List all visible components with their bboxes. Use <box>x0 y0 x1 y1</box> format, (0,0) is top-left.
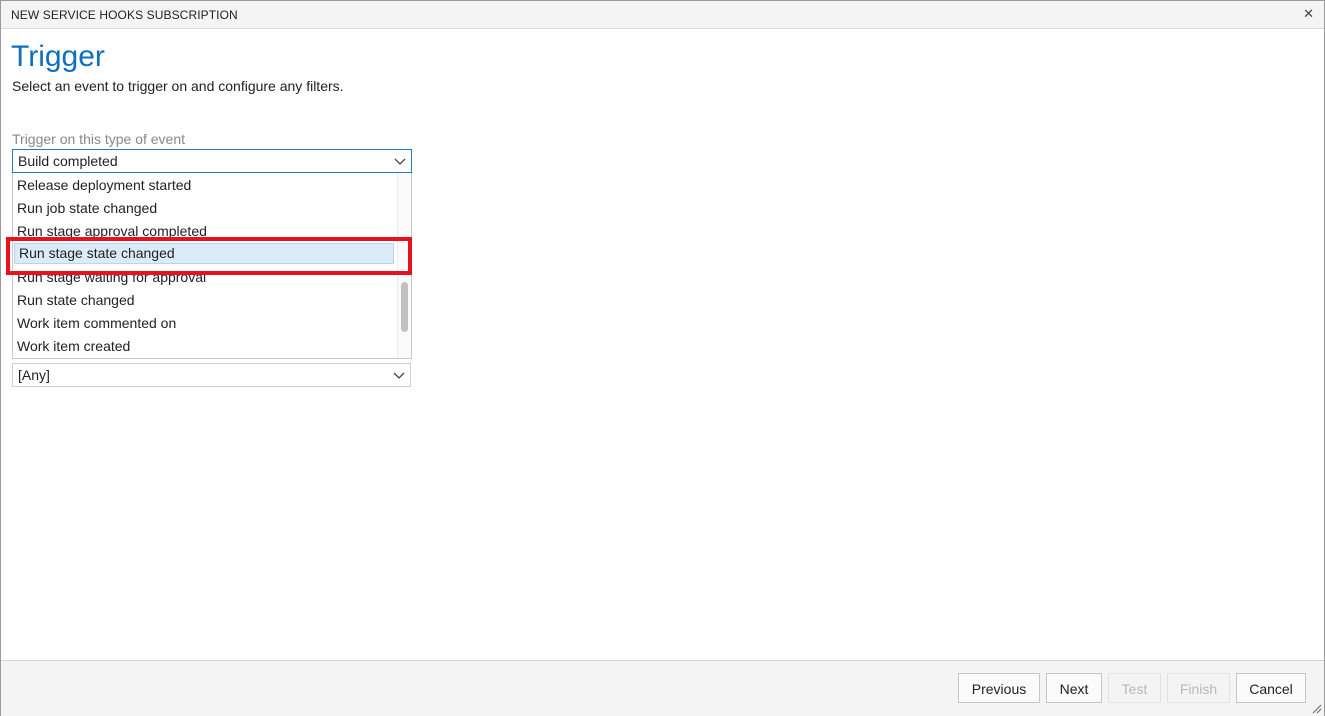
page-title: Trigger <box>11 40 105 73</box>
dropdown-item[interactable]: Run job state changed <box>13 198 395 219</box>
filter-value: [Any] <box>18 367 50 383</box>
chevron-down-icon <box>393 372 405 379</box>
chevron-down-icon <box>394 158 406 165</box>
event-type-dropdown-list[interactable]: Release deployment started Run job state… <box>12 173 412 359</box>
dialog-window: NEW SERVICE HOOKS SUBSCRIPTION ✕ Trigger… <box>0 0 1325 716</box>
filter-select[interactable]: [Any] <box>12 363 411 387</box>
dropdown-scrollbar[interactable] <box>397 173 411 358</box>
finish-button[interactable]: Finish <box>1167 673 1230 703</box>
event-type-select[interactable]: Build completed <box>12 149 412 173</box>
dropdown-item-selected[interactable]: Run stage state changed <box>14 243 394 264</box>
scrollbar-thumb[interactable] <box>401 282 408 332</box>
dropdown-item[interactable]: Work item created <box>13 336 395 357</box>
dialog-title: NEW SERVICE HOOKS SUBSCRIPTION <box>11 8 238 22</box>
previous-button[interactable]: Previous <box>958 673 1040 703</box>
dialog-titlebar: NEW SERVICE HOOKS SUBSCRIPTION ✕ <box>1 1 1324 29</box>
dropdown-item[interactable]: Work item commented on <box>13 313 395 334</box>
cancel-button[interactable]: Cancel <box>1236 673 1306 703</box>
dropdown-item[interactable]: Run stage approval completed <box>13 221 395 242</box>
event-type-label: Trigger on this type of event <box>12 131 186 147</box>
test-button[interactable]: Test <box>1108 673 1161 703</box>
page-description: Select an event to trigger on and config… <box>12 78 344 94</box>
dropdown-item[interactable]: Run stage waiting for approval <box>13 267 395 288</box>
event-type-value: Build completed <box>18 153 118 169</box>
dialog-footer: Previous Next Test Finish Cancel <box>1 660 1324 716</box>
dropdown-item[interactable]: Run state changed <box>13 290 395 311</box>
close-icon[interactable]: ✕ <box>1303 6 1314 22</box>
dropdown-item[interactable]: Release deployment started <box>13 175 395 196</box>
resize-grip-icon[interactable] <box>1310 702 1322 714</box>
next-button[interactable]: Next <box>1046 673 1102 703</box>
